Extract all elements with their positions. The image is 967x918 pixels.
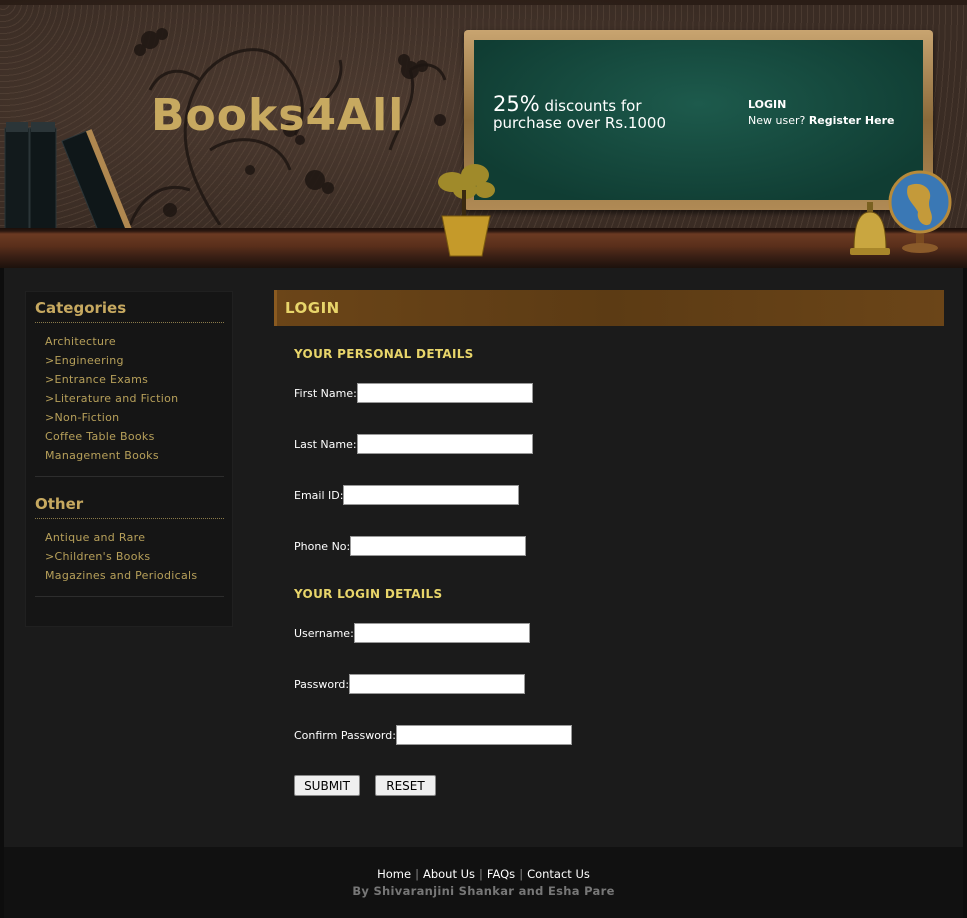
footer-link-about[interactable]: About Us — [423, 867, 475, 881]
sidebar: Categories Architecture >Engineering >En… — [25, 291, 233, 627]
other-item[interactable]: Antique and Rare — [45, 528, 197, 547]
footer-nav: Home | About Us | FAQs | Contact Us — [4, 867, 963, 881]
username-field[interactable] — [353, 623, 530, 643]
categories-divider — [35, 322, 224, 323]
other-divider — [35, 518, 224, 519]
sidebar-separator-bottom — [35, 596, 224, 597]
password-field[interactable] — [349, 674, 526, 694]
header-login-link[interactable]: LOGIN — [748, 97, 894, 113]
confirm-password-row: Confirm Password: — [294, 725, 572, 745]
password-label: Password: — [294, 677, 350, 691]
first-name-field[interactable] — [356, 383, 533, 403]
phone-label: Phone No: — [294, 539, 351, 553]
footer-separator: | — [415, 867, 419, 881]
category-item[interactable]: >Literature and Fiction — [45, 389, 178, 408]
footer-credit: By Shivaranjini Shankar and Esha Pare — [352, 884, 615, 898]
category-item[interactable]: Architecture — [45, 332, 178, 351]
confirm-password-label: Confirm Password: — [294, 728, 396, 742]
last-name-field[interactable] — [356, 434, 533, 454]
category-item[interactable]: >Entrance Exams — [45, 370, 178, 389]
first-name-row: First Name: — [294, 383, 533, 403]
category-item[interactable]: >Non-Fiction — [45, 408, 178, 427]
confirm-password-field[interactable] — [395, 725, 572, 745]
page-title: LOGIN — [285, 299, 340, 317]
new-user-text: New user? — [748, 114, 809, 127]
last-name-row: Last Name: — [294, 434, 533, 454]
other-item[interactable]: >Children's Books — [45, 547, 197, 566]
email-row: Email ID: — [294, 485, 520, 505]
email-field[interactable] — [343, 485, 520, 505]
categories-title: Categories — [35, 299, 127, 317]
content-area: Categories Architecture >Engineering >En… — [4, 268, 963, 847]
category-item[interactable]: Coffee Table Books — [45, 427, 178, 446]
footer-link-faqs[interactable]: FAQs — [487, 867, 515, 881]
username-row: Username: — [294, 623, 530, 643]
personal-details-title: YOUR PERSONAL DETAILS — [294, 347, 474, 361]
category-item[interactable]: >Engineering — [45, 351, 178, 370]
phone-row: Phone No: — [294, 536, 527, 556]
site-footer: Home | About Us | FAQs | Contact Us By Shivara… — [4, 847, 963, 918]
last-name-label: Last Name: — [294, 437, 357, 451]
username-label: Username: — [294, 626, 354, 640]
promo-text: 25% discounts for purchase over Rs.1000 — [493, 94, 713, 132]
potted-plant-icon — [438, 164, 495, 257]
register-link[interactable]: Register Here — [809, 114, 895, 127]
footer-link-contact[interactable]: Contact Us — [527, 867, 590, 881]
other-item[interactable]: Magazines and Periodicals — [45, 566, 197, 585]
footer-link-home[interactable]: Home — [377, 867, 411, 881]
site-header: Books4All 25% discounts for purchase ove… — [0, 0, 967, 268]
login-details-title: YOUR LOGIN DETAILS — [294, 587, 443, 601]
submit-button[interactable]: SUBMIT — [294, 775, 360, 796]
footer-separator: | — [479, 867, 483, 881]
login-header-bar: LOGIN — [274, 290, 944, 326]
password-row: Password: — [294, 674, 526, 694]
reset-button[interactable]: RESET — [375, 775, 436, 796]
categories-list: Architecture >Engineering >Entrance Exam… — [45, 332, 178, 465]
sidebar-separator — [35, 476, 224, 477]
promo-percent: 25% — [493, 92, 540, 116]
email-label: Email ID: — [294, 488, 344, 502]
other-title: Other — [35, 495, 84, 513]
other-list: Antique and Rare >Children's Books Magaz… — [45, 528, 197, 585]
header-login-box: LOGIN New user? Register Here — [748, 97, 894, 129]
site-logo[interactable]: Books4All — [151, 90, 404, 141]
chalkboard: 25% discounts for purchase over Rs.1000 … — [464, 30, 933, 210]
globe-icon — [888, 170, 952, 253]
first-name-label: First Name: — [294, 386, 357, 400]
category-item[interactable]: Management Books — [45, 446, 178, 465]
phone-field[interactable] — [350, 536, 527, 556]
footer-separator: | — [519, 867, 524, 881]
